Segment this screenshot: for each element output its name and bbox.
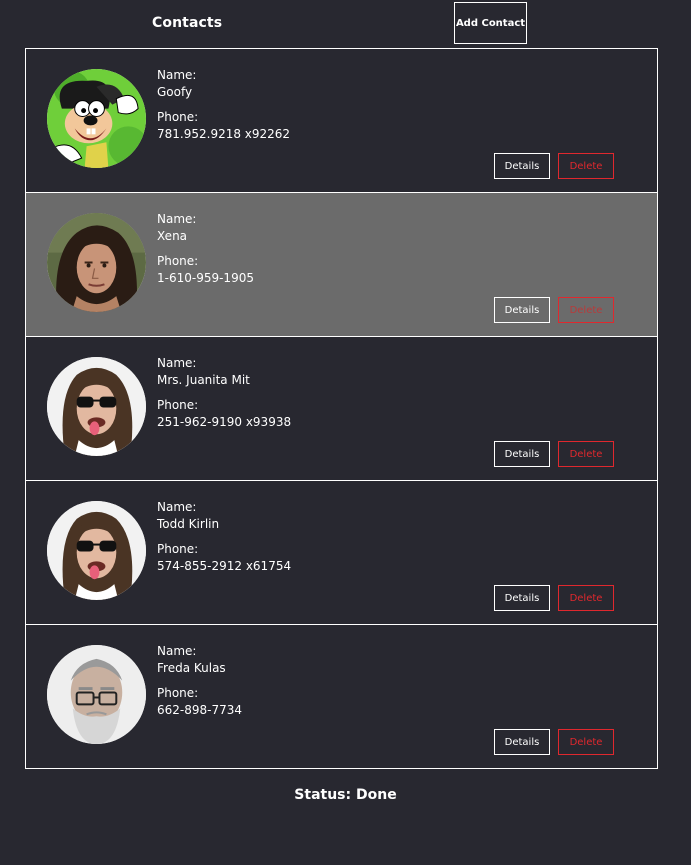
avatar xyxy=(47,501,146,600)
contact-info: Name: Todd Kirlin Phone: 574-855-2912 x6… xyxy=(157,499,291,575)
contact-card[interactable]: Name: Freda Kulas Phone: 662-898-7734 De… xyxy=(25,624,658,769)
page-title: Contacts xyxy=(152,15,223,31)
contact-name: Todd Kirlin xyxy=(157,517,220,531)
contact-phone: 1-610-959-1905 xyxy=(157,271,254,285)
details-button[interactable]: Details xyxy=(494,441,550,467)
phone-label: Phone: xyxy=(157,686,199,700)
avatar xyxy=(47,645,146,744)
add-contact-button[interactable]: Add Contact xyxy=(454,2,527,44)
status-text: Status: Done xyxy=(294,787,397,803)
contact-phone: 662-898-7734 xyxy=(157,703,243,717)
contact-card[interactable]: Name: Goofy Phone: 781.952.9218 x92262 D… xyxy=(25,48,658,193)
contact-phone: 251-962-9190 x93938 xyxy=(157,415,292,429)
name-label: Name: xyxy=(157,212,197,226)
details-button[interactable]: Details xyxy=(494,153,550,179)
contact-card-selected[interactable]: Name: Xena Phone: 1-610-959-1905 Details… xyxy=(25,192,658,337)
contact-name: Xena xyxy=(157,229,188,243)
name-label: Name: xyxy=(157,68,197,82)
contact-list: Name: Goofy Phone: 781.952.9218 x92262 D… xyxy=(25,48,658,769)
avatar xyxy=(47,213,146,312)
contacts-page: Contacts Add Contact Name: Goofy Phone: … xyxy=(0,0,691,865)
phone-label: Phone: xyxy=(157,398,199,412)
avatar xyxy=(47,357,146,456)
name-label: Name: xyxy=(157,644,197,658)
contact-card[interactable]: Name: Mrs. Juanita Mit Phone: 251-962-91… xyxy=(25,336,658,481)
contact-info: Name: Mrs. Juanita Mit Phone: 251-962-91… xyxy=(157,355,291,431)
man-sunglasses-avatar xyxy=(47,357,146,456)
name-label: Name: xyxy=(157,500,197,514)
delete-button[interactable]: Delete xyxy=(558,441,614,467)
details-button[interactable]: Details xyxy=(494,585,550,611)
delete-button[interactable]: Delete xyxy=(558,153,614,179)
details-button[interactable]: Details xyxy=(494,729,550,755)
contact-name: Freda Kulas xyxy=(157,661,226,675)
contact-card[interactable]: Name: Todd Kirlin Phone: 574-855-2912 x6… xyxy=(25,480,658,625)
contact-info: Name: Goofy Phone: 781.952.9218 x92262 xyxy=(157,67,290,143)
contact-name: Mrs. Juanita Mit xyxy=(157,373,250,387)
phone-label: Phone: xyxy=(157,110,199,124)
delete-button[interactable]: Delete xyxy=(558,585,614,611)
contact-name: Goofy xyxy=(157,85,193,99)
woman-portrait-avatar xyxy=(47,213,146,312)
contact-phone: 574-855-2912 x61754 xyxy=(157,559,292,573)
contact-phone: 781.952.9218 x92262 xyxy=(157,127,291,141)
phone-label: Phone: xyxy=(157,254,199,268)
phone-label: Phone: xyxy=(157,542,199,556)
delete-button[interactable]: Delete xyxy=(558,297,614,323)
name-label: Name: xyxy=(157,356,197,370)
old-man-glasses-avatar xyxy=(47,645,146,744)
delete-button[interactable]: Delete xyxy=(558,729,614,755)
goofy-cartoon-avatar xyxy=(47,69,146,168)
contact-info: Name: Freda Kulas Phone: 662-898-7734 xyxy=(157,643,242,719)
avatar xyxy=(47,69,146,168)
details-button[interactable]: Details xyxy=(494,297,550,323)
contact-info: Name: Xena Phone: 1-610-959-1905 xyxy=(157,211,254,287)
man-sunglasses-avatar xyxy=(47,501,146,600)
